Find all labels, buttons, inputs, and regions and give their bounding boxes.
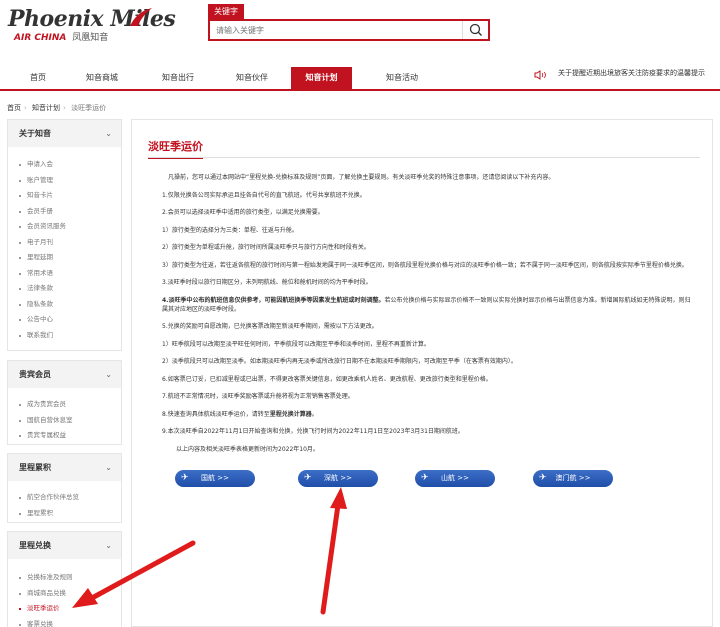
brand-cn-name: 凤凰知音: [72, 33, 109, 43]
logo-subtitle: AIR CHINA 凤凰知音: [14, 30, 108, 43]
paragraph: 2）淡季航段只可以改期至淡季。如本期淡旺季内再无淡季或所改旅行日期不在本期淡旺季…: [162, 358, 517, 365]
plane-icon: ✈: [539, 473, 547, 483]
phoenix-miles-logo[interactable]: Phoenix Miles AIR CHINA 凤凰知音: [8, 4, 198, 44]
breadcrumb-plan[interactable]: 知音计划: [32, 104, 60, 112]
phoenix-swoosh-icon: [130, 8, 152, 26]
sidebar-item[interactable]: 里程延期: [19, 250, 121, 266]
main-content: 淡旺季运价 凡操前，您可以通过本网站中“里程兑换-兑换标准及规则”页面，了解兑换…: [131, 119, 713, 627]
air-macau-button[interactable]: ✈ 澳门航 >>: [533, 470, 613, 487]
side-group-title: 贵宾会员: [19, 370, 51, 379]
title-divider: [148, 157, 700, 158]
sidebar: 关于知音 ⌄ 申请入会 账户管理 知音卡片 会员手册 会员资讯服务 电子月刊 里程…: [7, 119, 122, 627]
paragraph: 8.快速查询具体航线淡旺季运价，请转至里程兑换计算器。: [162, 410, 692, 419]
plane-icon: ✈: [304, 473, 312, 483]
shenzhen-airlines-button[interactable]: ✈ 深航 >>: [298, 470, 378, 487]
article-body: 凡操前，您可以通过本网站中“里程兑换-兑换标准及规则”页面，了解兑换主要规则。有…: [162, 173, 692, 462]
chevron-down-icon: ⌄: [105, 370, 112, 379]
button-label: 国航 >>: [201, 474, 229, 482]
paragraph: 2.会员可以选择淡旺季中适用的旅行类型，以满足兑换需要。: [162, 209, 324, 216]
paragraph: 6.如客票已订妥，已扣减里程或已出票，不得更改客票关键信息，如更改乘机人姓名、更…: [162, 375, 492, 383]
page-title: 淡旺季运价: [148, 138, 203, 159]
plane-icon: ✈: [421, 473, 429, 483]
airline-buttons: ✈ 国航 >> ✈ 深航 >> ✈ 山航 >> ✈ 澳门航 >>: [175, 470, 675, 490]
side-group-accrual: 里程累积 ⌄ 航空合作伙伴总览 里程累积: [7, 453, 122, 523]
paragraph-rest: 。: [311, 410, 318, 418]
button-label: 澳门航 >>: [555, 474, 591, 482]
nav-travel[interactable]: 知音出行: [154, 67, 202, 89]
sidebar-item-active[interactable]: 淡旺季运价: [19, 601, 121, 617]
search-button[interactable]: [462, 21, 488, 39]
air-china-label: AIR CHINA: [14, 33, 67, 43]
paragraph: 7.航班不正常情况时，淡旺季奖励客票或升舱将视为正常销售客票处理。: [162, 393, 354, 400]
sidebar-item[interactable]: 国航自营休息室: [19, 413, 121, 429]
sidebar-item[interactable]: 航空合作伙伴总览: [19, 490, 121, 506]
chevron-down-icon: ⌄: [105, 129, 112, 138]
shandong-airlines-button[interactable]: ✈ 山航 >>: [415, 470, 495, 487]
side-group-header[interactable]: 贵宾会员 ⌄: [8, 361, 121, 388]
nav-home[interactable]: 首页: [20, 67, 56, 89]
sidebar-item[interactable]: 公告中心: [19, 312, 121, 328]
sidebar-item[interactable]: 里程累积: [19, 506, 121, 522]
side-group-about: 关于知音 ⌄ 申请入会 账户管理 知音卡片 会员手册 会员资讯服务 电子月刊 里程…: [7, 119, 122, 351]
nav-mall[interactable]: 知音商城: [78, 67, 126, 89]
search-area: 关键字: [208, 4, 490, 41]
paragraph-prefix: 8.快速查询具体航线淡旺季运价，请转至: [162, 410, 270, 418]
plane-icon: ✈: [181, 473, 189, 483]
paragraph: 以上内容及相关淡旺季表格更新时间为2022年10月。: [176, 445, 319, 453]
side-group-header[interactable]: 里程兑换 ⌄: [8, 532, 121, 559]
search-box: [208, 19, 490, 41]
side-group-title: 关于知音: [19, 129, 51, 138]
paragraph: 1）旺季航段可以改期至淡平旺任何时间，平季航段可以改期至平季和淡季时间，里程不再…: [162, 340, 430, 348]
paragraph: 3.淡旺季时段以旅行日期区分，未列明航线、舱位和舱机时间的均为平季时段。: [162, 279, 372, 286]
search-input[interactable]: [216, 23, 456, 37]
sidebar-item[interactable]: 申请入会: [19, 157, 121, 173]
paragraph: 1.仅限兑换各公司实际承运且挂各自代号的直飞航班。代号共享航班不兑换。: [162, 191, 366, 199]
side-group-redemption: 里程兑换 ⌄ 兑换标准及规则 商城商品兑换 淡旺季运价 客票兑换: [7, 531, 122, 627]
notice-text: 关于提醒近期出境旅客关注防疫要求的温馨提示: [558, 69, 705, 77]
search-icon: [469, 23, 482, 36]
sidebar-item[interactable]: 法律条款: [19, 281, 121, 297]
nav-plan[interactable]: 知音计划: [291, 67, 352, 89]
breadcrumb: 首页 › 知音计划 › 淡旺季运价: [7, 104, 107, 112]
breadcrumb-current: 淡旺季运价: [71, 104, 107, 112]
sidebar-item[interactable]: 隐私条款: [19, 297, 121, 313]
speaker-icon: [534, 70, 548, 83]
paragraph: 9.本次淡旺季自2022年11月1日开始查询和兑换，兑换飞行时间为2022年11…: [162, 428, 464, 435]
sidebar-item[interactable]: 常用术语: [19, 266, 121, 282]
sidebar-item[interactable]: 账户管理: [19, 173, 121, 189]
sidebar-item[interactable]: 商城商品兑换: [19, 586, 121, 602]
side-group-vip: 贵宾会员 ⌄ 成为贵宾会员 国航自营休息室 贵宾专属权益: [7, 360, 122, 445]
paragraph: 1）旅行类型的选择分为三类：单程、往返与升舱。: [162, 226, 298, 234]
breadcrumb-home[interactable]: 首页: [7, 104, 21, 112]
sidebar-item[interactable]: 兑换标准及规则: [19, 570, 121, 586]
search-tag: 关键字: [208, 4, 244, 19]
side-group-title: 里程兑换: [19, 541, 51, 550]
nav-activities[interactable]: 知音活动: [378, 67, 426, 89]
sidebar-item[interactable]: 联系我们: [19, 328, 121, 344]
button-label: 深航 >>: [324, 474, 352, 482]
sidebar-item[interactable]: 客票兑换: [19, 617, 121, 627]
chevron-down-icon: ⌄: [105, 463, 112, 472]
paragraph: 4.淡旺季中公布的航班信息仅供参考，可能因航班换季等因素发生航班或时刻调整。若公…: [162, 296, 692, 314]
nav-partners[interactable]: 知音伙伴: [228, 67, 276, 89]
calculator-link[interactable]: 里程兑换计算器: [270, 411, 312, 418]
sidebar-item[interactable]: 成为贵宾会员: [19, 397, 121, 413]
sidebar-item[interactable]: 会员资讯服务: [19, 219, 121, 235]
side-group-header[interactable]: 里程累积 ⌄: [8, 454, 121, 481]
sidebar-item[interactable]: 会员手册: [19, 204, 121, 220]
sidebar-item[interactable]: 知音卡片: [19, 188, 121, 204]
side-group-header[interactable]: 关于知音 ⌄: [8, 120, 121, 147]
paragraph: 2）旅行类型为单程或升舱，旅行时间所属淡旺季只与旅行方向性和时段有关。: [162, 244, 370, 251]
chevron-down-icon: ⌄: [105, 541, 112, 550]
button-label: 山航 >>: [441, 474, 469, 482]
paragraph: 凡操前，您可以通过本网站中“里程兑换-兑换标准及规则”页面，了解兑换主要规则。有…: [168, 174, 555, 181]
sidebar-item[interactable]: 电子月刊: [19, 235, 121, 251]
sidebar-item[interactable]: 贵宾专属权益: [19, 428, 121, 444]
air-china-button[interactable]: ✈ 国航 >>: [175, 470, 255, 487]
side-group-title: 里程累积: [19, 463, 51, 472]
paragraph: 3）旅行类型为往返，若往返各航程的旅行时间与第一程始发地属于同一淡旺季区间，则各…: [162, 261, 688, 269]
paragraph: 5.兑换的奖励可自愿改期，已兑换客票改期至新淡旺季期间，需按以下方法更改。: [162, 323, 378, 330]
paragraph-bold: 4.淡旺季中公布的航班信息仅供参考，可能因航班换季等因素发生航班或时刻调整。: [162, 296, 385, 304]
